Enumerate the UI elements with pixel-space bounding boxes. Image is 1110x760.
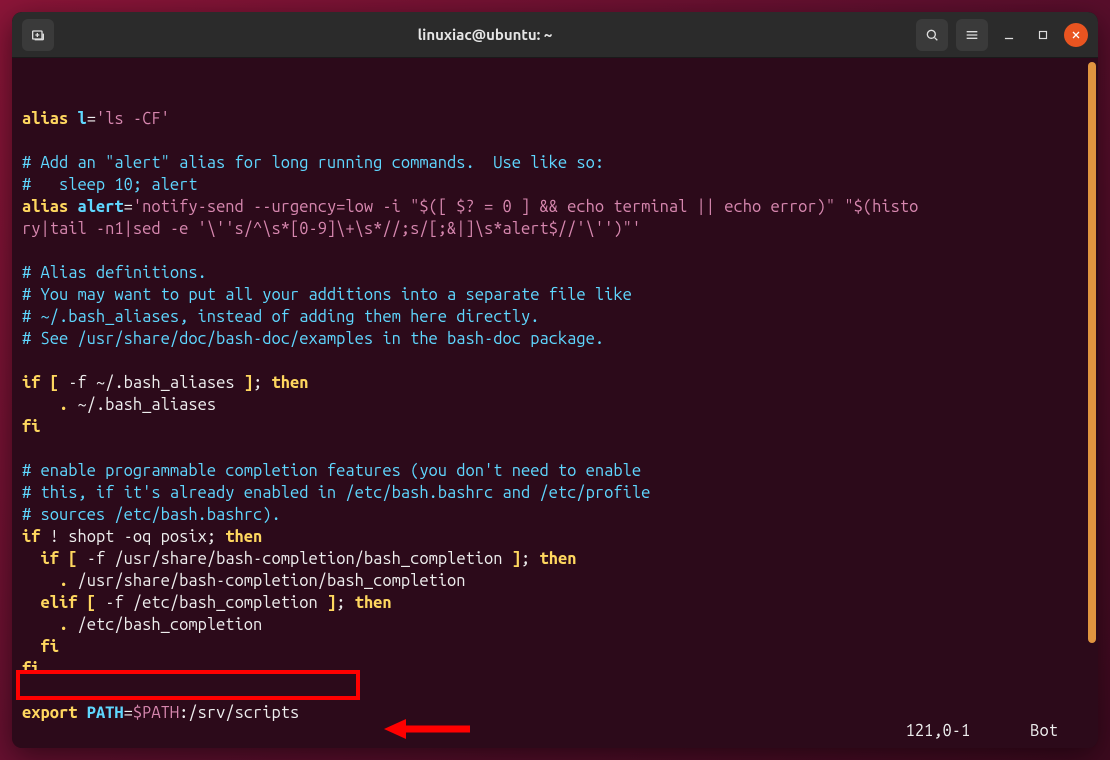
code-line: fi [22,636,1088,658]
code-line: # Alias definitions. [22,262,1088,284]
vim-status-line: 121,0-1 Bot [22,720,1078,742]
minimize-icon [1002,28,1016,42]
hamburger-icon [964,27,980,43]
code-line [22,350,1088,372]
scrollbar-thumb[interactable] [1088,62,1096,643]
code-line: . ~/.bash_aliases [22,394,1088,416]
scroll-location: Bot [1030,720,1058,742]
code-line [22,240,1088,262]
new-tab-icon [30,27,46,43]
terminal-window: linuxiac@ubuntu: ~ [12,12,1098,748]
code-line: # enable programmable completion feature… [22,460,1088,482]
search-icon [924,27,940,43]
code-line: # ~/.bash_aliases, instead of adding the… [22,306,1088,328]
code-line: # this, if it's already enabled in /etc/… [22,482,1088,504]
code-line: alias l='ls -CF' [22,108,1088,130]
code-line: fi [22,658,1088,680]
close-icon [1070,29,1082,41]
code-line: elif [ -f /etc/bash_completion ]; then [22,592,1088,614]
code-line: alias alert='notify-send --urgency=low -… [22,196,1088,218]
code-line: ry|tail -n1|sed -e '\''s/^\s*[0-9]\+\s*/… [22,218,1088,240]
editor-content: alias l='ls -CF' # Add an "alert" alias … [22,108,1088,724]
cursor-position: 121,0-1 [906,720,971,742]
code-line: . /usr/share/bash-completion/bash_comple… [22,570,1088,592]
code-line: # sleep 10; alert [22,174,1088,196]
code-line: . /etc/bash_completion [22,614,1088,636]
search-button[interactable] [916,19,948,51]
code-line [22,130,1088,152]
code-line: # You may want to put all your additions… [22,284,1088,306]
code-line: fi [22,416,1088,438]
close-button[interactable] [1064,23,1088,47]
window-title: linuxiac@ubuntu: ~ [54,26,916,43]
code-line: if ! shopt -oq posix; then [22,526,1088,548]
code-line [22,438,1088,460]
code-line: if [ -f ~/.bash_aliases ]; then [22,372,1088,394]
code-line: # See /usr/share/doc/bash-doc/examples i… [22,328,1088,350]
code-line: # Add an "alert" alias for long running … [22,152,1088,174]
titlebar: linuxiac@ubuntu: ~ [12,12,1098,58]
maximize-button[interactable] [1030,22,1056,48]
scrollbar[interactable] [1088,62,1096,708]
terminal-viewport[interactable]: alias l='ls -CF' # Add an "alert" alias … [12,58,1098,748]
code-line: # sources /etc/bash.bashrc). [22,504,1088,526]
maximize-icon [1036,28,1050,42]
code-line [22,680,1088,702]
code-line: if [ -f /usr/share/bash-completion/bash_… [22,548,1088,570]
minimize-button[interactable] [996,22,1022,48]
hamburger-menu-button[interactable] [956,19,988,51]
new-tab-button[interactable] [22,19,54,51]
